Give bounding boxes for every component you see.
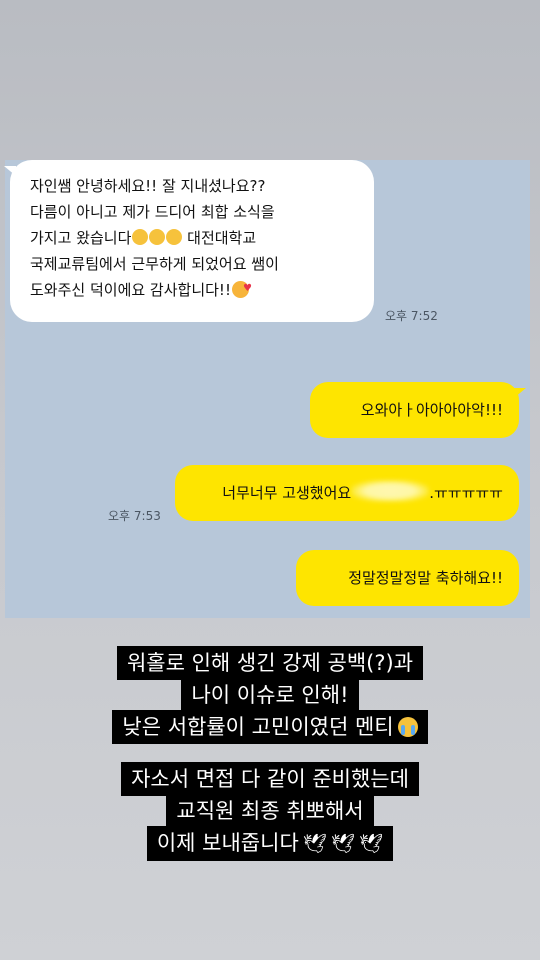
caption-text-box: 이제 보내줍니다 🕊 🕊 🕊: [146, 826, 394, 861]
caption-line: 이제 보내줍니다 🕊 🕊 🕊: [0, 826, 540, 861]
message-line: 국제교류팀에서 근무하게 되었어요 쌤이: [30, 255, 279, 273]
smiling-face-with-hearts-icon: [231, 276, 252, 302]
message-text: 도와주신 덕이에요 감사합니다!!: [30, 281, 231, 299]
caption-text: 이제 보내줍니다: [156, 831, 299, 855]
caption-line: 교직원 최종 취뽀해서: [0, 794, 540, 828]
message-line: 자인쌤 안녕하세요!! 잘 지내셨나요??: [30, 177, 266, 195]
caption-text: 자소서 면접 다 같이 준비했는데: [121, 762, 419, 796]
caption-line: 워홀로 인해 생긴 강제 공백(?)과: [0, 646, 540, 680]
redacted-name: [351, 480, 430, 502]
message-text: 정말정말정말 축하해요!!: [348, 569, 503, 587]
message-text: 가지고 왔습니다: [30, 229, 132, 247]
message-line: 도와주신 덕이에요 감사합니다!!: [30, 276, 356, 303]
message-text: 오와아ㅏ아아아아악!!!: [360, 401, 503, 419]
message-line: 다름이 아니고 제가 드디어 최합 소식을: [30, 203, 275, 221]
caption-line: 낮은 서합률이 고민이였던 멘티: [0, 710, 540, 744]
outgoing-timestamp: 오후 7:53: [108, 509, 161, 523]
dove-icon: 🕊: [359, 833, 384, 855]
caption-line: 자소서 면접 다 같이 준비했는데: [0, 762, 540, 796]
outgoing-message-bubble: 너무너무 고생했어요 .ㅠㅠㅠㅠㅠ: [175, 465, 519, 521]
pleading-face-icon: [132, 229, 149, 245]
message-text: 너무너무 고생했어요: [222, 484, 352, 502]
message-text: 대전대학교: [182, 229, 257, 247]
caption-text: 워홀로 인해 생긴 강제 공백(?)과: [116, 646, 424, 680]
dove-icon: 🕊: [330, 833, 356, 855]
caption-text: 나이 이슈로 인해!: [181, 678, 359, 712]
pleading-face-icon: [149, 229, 166, 245]
incoming-timestamp: 오후 7:52: [385, 309, 438, 323]
loudly-crying-face-icon: [397, 717, 418, 737]
caption-line: 나이 이슈로 인해!: [0, 678, 540, 712]
outgoing-message-bubble: 오와아ㅏ아아아아악!!!: [310, 382, 526, 438]
caption-text-box: 낮은 서합률이 고민이였던 멘티: [112, 710, 428, 744]
incoming-message-bubble: 자인쌤 안녕하세요!! 잘 지내셨나요?? 다름이 아니고 제가 드디어 최합 …: [4, 160, 374, 322]
caption-text: 낮은 서합률이 고민이였던 멘티: [122, 715, 394, 739]
caption-text: 교직원 최종 취뽀해서: [166, 794, 374, 828]
message-line: 가지고 왔습니다 대전대학교: [30, 225, 356, 251]
message-text: .ㅠㅠㅠㅠㅠ: [429, 484, 503, 502]
dove-icon: 🕊: [302, 833, 327, 855]
pleading-face-icon: [166, 229, 183, 245]
outgoing-message-bubble: 정말정말정말 축하해요!!: [296, 550, 519, 606]
